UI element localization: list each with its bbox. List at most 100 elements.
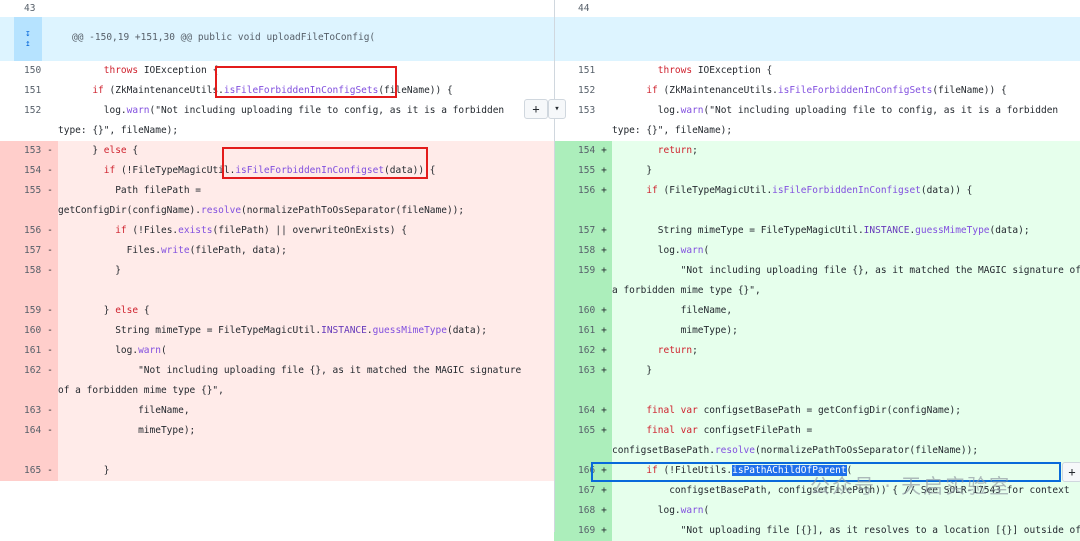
left-diff-row[interactable]: 155- Path filePath = getConfigDir(configN… <box>0 181 554 221</box>
line-number[interactable]: 154 <box>554 141 596 161</box>
line-number[interactable]: 165 <box>0 461 42 481</box>
left-diff-row[interactable]: 158- } <box>0 261 554 281</box>
left-diff-row[interactable]: 163- fileName, <box>0 401 554 421</box>
left-diff-row[interactable]: 157- Files.write(filePath, data); <box>0 241 554 261</box>
left-diff-row[interactable]: 161- log.warn( <box>0 341 554 361</box>
line-number[interactable]: 157 <box>554 221 596 241</box>
line-number[interactable]: 162 <box>554 341 596 361</box>
diff-marker <box>42 81 58 101</box>
code-text: log.warn( <box>58 341 554 361</box>
line-number[interactable]: 163 <box>554 361 596 381</box>
left-diff-row[interactable]: 162- "Not including uploading file {}, a… <box>0 361 554 401</box>
right-diff-row[interactable]: 153 log.warn("Not including uploading fi… <box>554 101 1080 141</box>
code-text: } <box>58 261 554 281</box>
right-diff-row[interactable]: 157 + String mimeType = FileTypeMagicUtil… <box>554 221 1080 241</box>
left-diff-row[interactable] <box>0 281 554 301</box>
line-number[interactable] <box>0 441 42 461</box>
line-number[interactable]: 161 <box>554 321 596 341</box>
right-diff-row[interactable]: 152 if (ZkMaintenanceUtils.isFileForbidd… <box>554 81 1080 101</box>
right-diff-row[interactable]: 161 + mimeType); <box>554 321 1080 341</box>
line-number[interactable]: 154 <box>0 161 42 181</box>
diff-marker: - <box>42 321 58 341</box>
line-number[interactable]: 150 <box>0 61 42 81</box>
pane-divider <box>554 0 555 532</box>
left-diff-row[interactable]: 164- mimeType); <box>0 421 554 441</box>
diff-marker: + <box>596 341 612 361</box>
right-diff-row[interactable]: 156 + if (FileTypeMagicUtil.isFileForbidd… <box>554 181 1080 201</box>
left-diff-row[interactable]: 165- } <box>0 461 554 481</box>
code-text: return; <box>612 341 1080 361</box>
left-diff-row[interactable]: 159- } else { <box>0 301 554 321</box>
line-number[interactable]: 153 <box>0 141 42 161</box>
line-number[interactable]: 163 <box>0 401 42 421</box>
code-text: mimeType); <box>612 321 1080 341</box>
diff-marker: + <box>596 521 612 541</box>
line-number[interactable]: 168 <box>554 501 596 521</box>
line-number[interactable] <box>0 281 42 301</box>
right-diff-row[interactable]: 160 + fileName, <box>554 301 1080 321</box>
expand-lines-button[interactable]: ↧ ↥ <box>14 17 42 61</box>
right-diff-row[interactable]: 151 throws IOException { <box>554 61 1080 81</box>
right-diff-row[interactable]: 158 + log.warn( <box>554 241 1080 261</box>
right-diff-row[interactable]: 168 + log.warn( <box>554 501 1080 521</box>
line-number[interactable]: 157 <box>0 241 42 261</box>
code-text: fileName, <box>58 401 554 421</box>
right-diff-row[interactable]: 162 + return; <box>554 341 1080 361</box>
diff-marker: + <box>596 221 612 241</box>
line-number[interactable]: 152 <box>0 101 42 141</box>
code-text: return; <box>612 141 1080 161</box>
line-number[interactable]: 169 <box>554 521 596 541</box>
line-number[interactable]: 159 <box>0 301 42 321</box>
add-comment-button[interactable]: + <box>524 99 548 119</box>
right-diff-row[interactable]: 164 + final var configsetBasePath = getCo… <box>554 401 1080 421</box>
line-number[interactable]: 165 <box>554 421 596 461</box>
diff-marker <box>596 101 612 141</box>
left-diff-row[interactable]: 156- if (!Files.exists(filePath) || over… <box>0 221 554 241</box>
left-diff-row[interactable]: 160- String mimeType = FileTypeMagicUtil… <box>0 321 554 341</box>
line-number[interactable]: 156 <box>554 181 596 201</box>
line-number[interactable]: 167 <box>554 481 596 501</box>
line-number[interactable]: 160 <box>554 301 596 321</box>
code-text: throws IOException { <box>612 61 1080 81</box>
left-diff-row[interactable]: 152 log.warn("Not including uploading fi… <box>0 101 554 141</box>
highlight-box-configset <box>222 147 428 179</box>
right-diff-row[interactable]: 169 + "Not uploading file [{}], as it res… <box>554 521 1080 541</box>
diff-marker: + <box>596 321 612 341</box>
right-diff-row[interactable]: 163 + } <box>554 361 1080 381</box>
code-text <box>58 281 554 301</box>
line-number[interactable]: 151 <box>554 61 596 81</box>
line-number[interactable]: 161 <box>0 341 42 361</box>
line-number[interactable]: 164 <box>0 421 42 441</box>
right-diff-row[interactable] <box>554 381 1080 401</box>
code-wrap: getConfigDir(configName).resolve(normali… <box>58 205 465 216</box>
line-number[interactable]: 152 <box>554 81 596 101</box>
line-number[interactable]: 155 <box>0 181 42 221</box>
left-diff-row[interactable] <box>0 441 554 461</box>
line-number[interactable] <box>554 201 596 221</box>
line-number[interactable]: 166 <box>554 461 596 481</box>
line-number[interactable]: 159 <box>554 261 596 301</box>
line-number[interactable]: 151 <box>0 81 42 101</box>
right-diff-row[interactable]: 159 + "Not including uploading file {}, a… <box>554 261 1080 301</box>
line-number[interactable]: 158 <box>0 261 42 281</box>
line-number[interactable]: 156 <box>0 221 42 241</box>
line-number[interactable]: 155 <box>554 161 596 181</box>
line-number[interactable]: 164 <box>554 401 596 421</box>
code-text: } <box>612 161 1080 181</box>
diff-marker: - <box>42 241 58 261</box>
right-diff-row[interactable]: 155 + } <box>554 161 1080 181</box>
line-number[interactable] <box>554 381 596 401</box>
right-diff-row[interactable]: 154 + return; <box>554 141 1080 161</box>
line-number[interactable]: 160 <box>0 321 42 341</box>
dropdown-button[interactable]: ▾ <box>548 99 566 119</box>
line-number[interactable]: 158 <box>554 241 596 261</box>
right-diff-row[interactable]: 165 + final var configsetFilePath = config… <box>554 421 1080 461</box>
add-comment-button-right[interactable]: + <box>1062 462 1080 482</box>
left-top-line-number: 43 <box>24 3 36 14</box>
watermark: 公众号 · 天启实验室 <box>810 474 1012 498</box>
right-diff-row[interactable] <box>554 201 1080 221</box>
diff-marker <box>42 441 58 461</box>
code-text: "Not including uploading file {}, as it … <box>58 361 554 401</box>
line-number[interactable]: 162 <box>0 361 42 401</box>
diff-marker: - <box>42 301 58 321</box>
